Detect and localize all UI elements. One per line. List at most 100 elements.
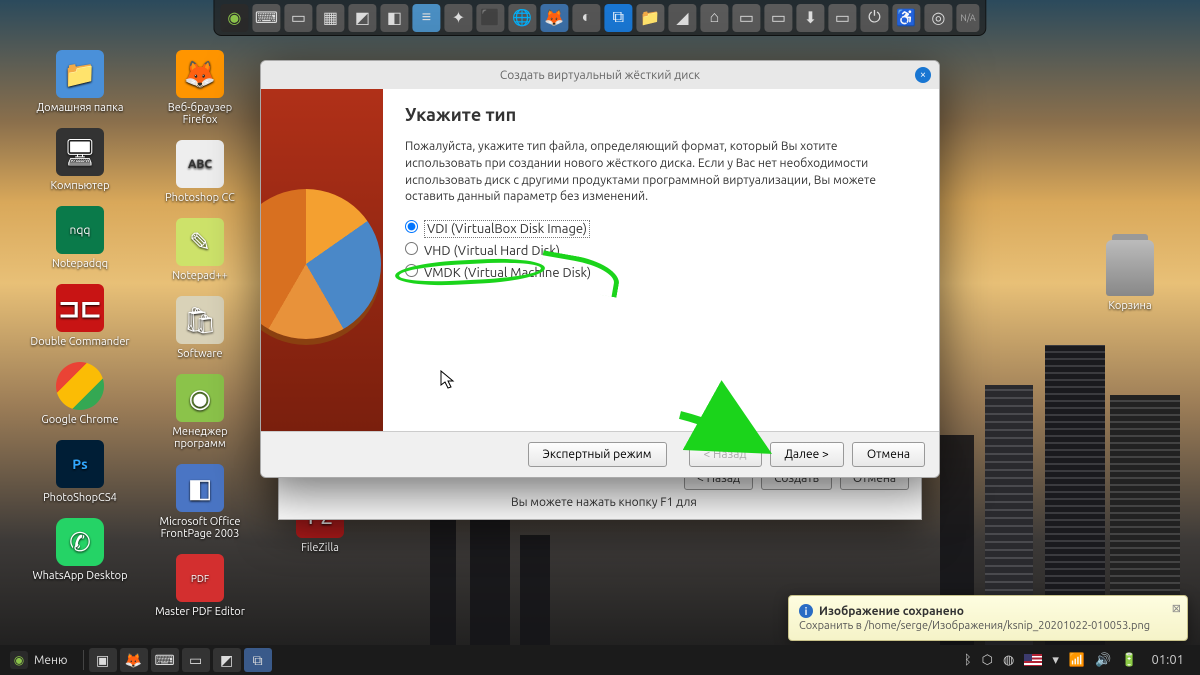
desktop-icon-photoshop-cs4[interactable]: Ps PhotoShopCS4 bbox=[30, 440, 130, 504]
dock-app-icon[interactable]: ◎ bbox=[924, 4, 952, 32]
cancel-button[interactable]: Отмена bbox=[852, 442, 925, 467]
icon-label: Double Commander bbox=[30, 336, 130, 348]
dock-na-label: N/A bbox=[956, 4, 979, 32]
dock-terminal-icon[interactable]: ⌨ bbox=[252, 4, 280, 32]
keyboard-layout-icon[interactable] bbox=[1024, 654, 1042, 666]
trash[interactable]: Корзина bbox=[1090, 240, 1170, 312]
expert-mode-button[interactable]: Экспертный режим bbox=[528, 442, 667, 467]
next-button[interactable]: Далее > bbox=[770, 442, 844, 467]
desktop-icon-double-commander[interactable]: ⊐⊏ Double Commander bbox=[30, 284, 130, 348]
tray-icon[interactable]: ▾ bbox=[1052, 653, 1059, 668]
network-icon[interactable]: 📶 bbox=[1069, 653, 1085, 668]
wizard-heading: Укажите тип bbox=[405, 105, 917, 125]
desktop-icon-home-folder[interactable]: 📁Домашняя папка bbox=[30, 50, 130, 114]
double-commander-icon: ⊐⊏ bbox=[56, 284, 104, 332]
clock[interactable]: 01:01 bbox=[1147, 653, 1188, 667]
dock-app-icon[interactable]: ◧ bbox=[380, 4, 408, 32]
desktop-icon-program-manager[interactable]: ◉Менеджер программ bbox=[150, 374, 250, 450]
icon-label: Веб-браузер Firefox bbox=[150, 102, 250, 126]
radio-vhd[interactable]: VHD (Virtual Hard Disk) bbox=[405, 242, 917, 258]
notification-toast[interactable]: i Изображение сохранено Сохранить в /hom… bbox=[788, 595, 1188, 641]
radio-input-vdi[interactable] bbox=[405, 220, 418, 233]
wizard-title: Создать виртуальный жёсткий диск bbox=[500, 69, 700, 82]
taskbar: ◉ Меню ▣ 🦊 ⌨ ▭ ◩ ⧉ ᛒ ⬡ ◍ ▾ 📶 🔊 🔋 01:01 bbox=[0, 645, 1200, 675]
dock-app-icon[interactable]: ✦ bbox=[444, 4, 472, 32]
tray-icon[interactable]: ◍ bbox=[1003, 653, 1014, 668]
dock-folder-icon[interactable]: ▭ bbox=[764, 4, 792, 32]
desktop-icon-master-pdf[interactable]: PDFMaster PDF Editor bbox=[150, 554, 250, 618]
desktop-icon-whatsapp[interactable]: ✆WhatsApp Desktop bbox=[30, 518, 130, 582]
taskbar-firefox-icon[interactable]: 🦊 bbox=[120, 648, 148, 672]
icon-label: PhotoShopCS4 bbox=[30, 492, 130, 504]
menu-label: Меню bbox=[34, 654, 68, 667]
desktop-icon-notepadqq[interactable]: nqq Notepadqq bbox=[30, 206, 130, 270]
dock-app-icon[interactable]: ◢ bbox=[668, 4, 696, 32]
dock-download-icon[interactable]: ⬇ bbox=[796, 4, 824, 32]
desktop-icon-photoshop-cc[interactable]: ABC Photoshop CC bbox=[150, 140, 250, 204]
dock-virtualbox-icon[interactable]: ⧉ bbox=[604, 4, 632, 32]
dock-libreoffice-icon[interactable]: ≡ bbox=[412, 4, 440, 32]
icon-label: Microsoft Office FrontPage 2003 bbox=[150, 516, 250, 540]
master-pdf-icon: PDF bbox=[176, 554, 224, 602]
home-folder-icon: 📁 bbox=[56, 50, 104, 98]
icon-label: WhatsApp Desktop bbox=[30, 570, 130, 582]
desktop-icon-google-chrome[interactable]: Google Chrome bbox=[30, 362, 130, 426]
radio-input-vmdk[interactable] bbox=[405, 264, 418, 277]
dock-accessibility-icon[interactable]: ♿ bbox=[892, 4, 920, 32]
firefox-icon: 🦊 bbox=[176, 50, 224, 98]
dock-seamonkey-icon[interactable]: 🌐 bbox=[508, 4, 536, 32]
photoshop-cs4-icon: Ps bbox=[56, 440, 104, 488]
icon-label: Компьютер bbox=[30, 180, 130, 192]
trash-icon bbox=[1106, 240, 1154, 296]
info-icon: i bbox=[799, 604, 813, 618]
dock-mint-icon[interactable]: ◉ bbox=[220, 4, 248, 32]
radio-vmdk[interactable]: VMDK (Virtual Machine Disk) bbox=[405, 264, 917, 280]
dock-app-icon[interactable]: ▦ bbox=[316, 4, 344, 32]
notepadqq-icon: nqq bbox=[56, 206, 104, 254]
volume-icon[interactable]: 🔊 bbox=[1095, 653, 1111, 668]
start-menu-button[interactable]: ◉ Меню bbox=[6, 651, 78, 669]
taskbar-terminal-icon[interactable]: ⌨ bbox=[151, 648, 179, 672]
toast-body: Сохранить в /home/serge/Изображения/ksni… bbox=[799, 620, 1177, 632]
dock-power-icon[interactable]: ⏻ bbox=[860, 4, 888, 32]
dock-app-icon[interactable]: ⬛ bbox=[476, 4, 504, 32]
system-tray: ᛒ ⬡ ◍ ▾ 📶 🔊 🔋 01:01 bbox=[964, 653, 1194, 668]
wizard-sidebar bbox=[261, 89, 383, 431]
back-button[interactable]: < Назад bbox=[689, 442, 762, 467]
dock-files-icon[interactable]: ▭ bbox=[284, 4, 312, 32]
frontpage-icon: ◧ bbox=[176, 464, 224, 512]
desktop-icon-computer[interactable]: 🖥Компьютер bbox=[30, 128, 130, 192]
wizard-description: Пожалуйста, укажите тип файла, определяю… bbox=[405, 139, 917, 206]
dock-folder-icon[interactable]: ▭ bbox=[828, 4, 856, 32]
desktop-icon-software[interactable]: 🛍Software bbox=[150, 296, 250, 360]
dock-app-icon[interactable]: ◩ bbox=[348, 4, 376, 32]
dock-app-icon[interactable]: ◐ bbox=[572, 4, 600, 32]
battery-icon[interactable]: 🔋 bbox=[1121, 653, 1137, 668]
desktop-icon-frontpage[interactable]: ◧ Microsoft Office FrontPage 2003 bbox=[150, 464, 250, 540]
radio-input-vhd[interactable] bbox=[405, 242, 418, 255]
pie-chart-icon bbox=[260, 189, 381, 339]
shield-icon[interactable]: ⬡ bbox=[982, 653, 993, 668]
desktop-icon-notepadpp[interactable]: ✎Notepad++ bbox=[150, 218, 250, 282]
toast-title: Изображение сохранено bbox=[819, 605, 964, 618]
taskbar-show-desktop-icon[interactable]: ▣ bbox=[89, 648, 117, 672]
dock-firefox-icon[interactable]: 🦊 bbox=[540, 4, 568, 32]
dock-folder-icon[interactable]: 📁 bbox=[636, 4, 664, 32]
dock-home-icon[interactable]: ⌂ bbox=[700, 4, 728, 32]
trash-label: Корзина bbox=[1090, 300, 1170, 312]
taskbar-virtualbox-icon[interactable]: ⧉ bbox=[244, 648, 272, 672]
dock-folder-icon[interactable]: ▭ bbox=[732, 4, 760, 32]
taskbar-files-icon[interactable]: ▭ bbox=[182, 648, 210, 672]
icon-label: Photoshop CC bbox=[150, 192, 250, 204]
icon-label: Software bbox=[150, 348, 250, 360]
wizard-titlebar[interactable]: Создать виртуальный жёсткий диск × bbox=[261, 61, 939, 89]
radio-vdi[interactable]: VDI (VirtualBox Disk Image) bbox=[405, 220, 917, 236]
desktop-icon-firefox[interactable]: 🦊 Веб-браузер Firefox bbox=[150, 50, 250, 126]
close-icon[interactable]: × bbox=[915, 67, 931, 83]
toast-close-icon[interactable]: ⊠ bbox=[1172, 602, 1181, 615]
photoshop-cc-icon: ABC bbox=[176, 140, 224, 188]
icon-label: Notepad++ bbox=[150, 270, 250, 282]
bluetooth-icon[interactable]: ᛒ bbox=[964, 653, 972, 667]
icon-label: Notepadqq bbox=[30, 258, 130, 270]
taskbar-app-icon[interactable]: ◩ bbox=[213, 648, 241, 672]
